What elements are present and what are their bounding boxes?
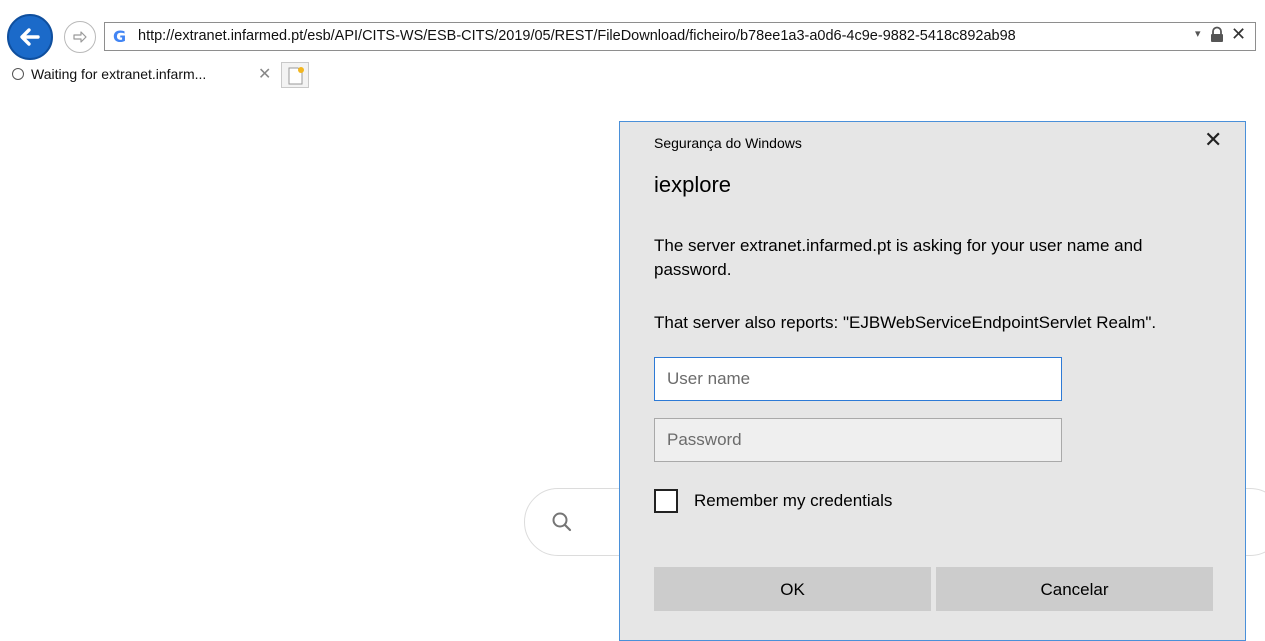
- stop-icon[interactable]: ✕: [1231, 24, 1246, 45]
- tab-active[interactable]: Waiting for extranet.infarm... ✕: [0, 60, 278, 90]
- back-button[interactable]: [7, 14, 53, 60]
- address-dropdown-icon[interactable]: ▾: [1195, 27, 1201, 40]
- ok-button[interactable]: OK: [654, 567, 931, 611]
- forward-button[interactable]: [64, 21, 96, 53]
- address-bar[interactable]: G http://extranet.infarmed.pt/esb/API/CI…: [104, 22, 1256, 51]
- cancel-button[interactable]: Cancelar: [936, 567, 1213, 611]
- credentials-dialog: Segurança do Windows ✕ iexplore The serv…: [619, 121, 1246, 641]
- dialog-caption: Segurança do Windows: [654, 135, 802, 151]
- lock-icon[interactable]: [1209, 26, 1225, 48]
- tab-close-icon[interactable]: ✕: [258, 64, 271, 83]
- google-g-icon: G: [113, 27, 127, 46]
- tab-title: Waiting for extranet.infarm...: [31, 66, 207, 82]
- dialog-realm-text: That server also reports: "EJBWebService…: [654, 313, 1157, 332]
- arrow-right-icon: [73, 31, 87, 43]
- password-field[interactable]: [654, 418, 1062, 462]
- dialog-message: The server extranet.infarmed.pt is askin…: [654, 236, 1143, 279]
- loading-spinner-icon: [12, 68, 24, 80]
- navigation-bar: G http://extranet.infarmed.pt/esb/API/CI…: [0, 0, 1265, 62]
- remember-credentials-checkbox[interactable]: [654, 489, 678, 513]
- url-text[interactable]: http://extranet.infarmed.pt/esb/API/CITS…: [138, 28, 1016, 44]
- close-icon[interactable]: ✕: [1204, 130, 1222, 152]
- tab-bar: Waiting for extranet.infarm... ✕: [0, 60, 1265, 90]
- username-field[interactable]: [654, 357, 1062, 401]
- remember-credentials-label[interactable]: Remember my credentials: [694, 491, 892, 511]
- new-tab-icon: [288, 67, 304, 85]
- dialog-title: iexplore: [654, 172, 732, 197]
- new-tab-button[interactable]: [281, 62, 309, 88]
- search-icon: [552, 512, 572, 532]
- arrow-left-icon: [20, 28, 40, 46]
